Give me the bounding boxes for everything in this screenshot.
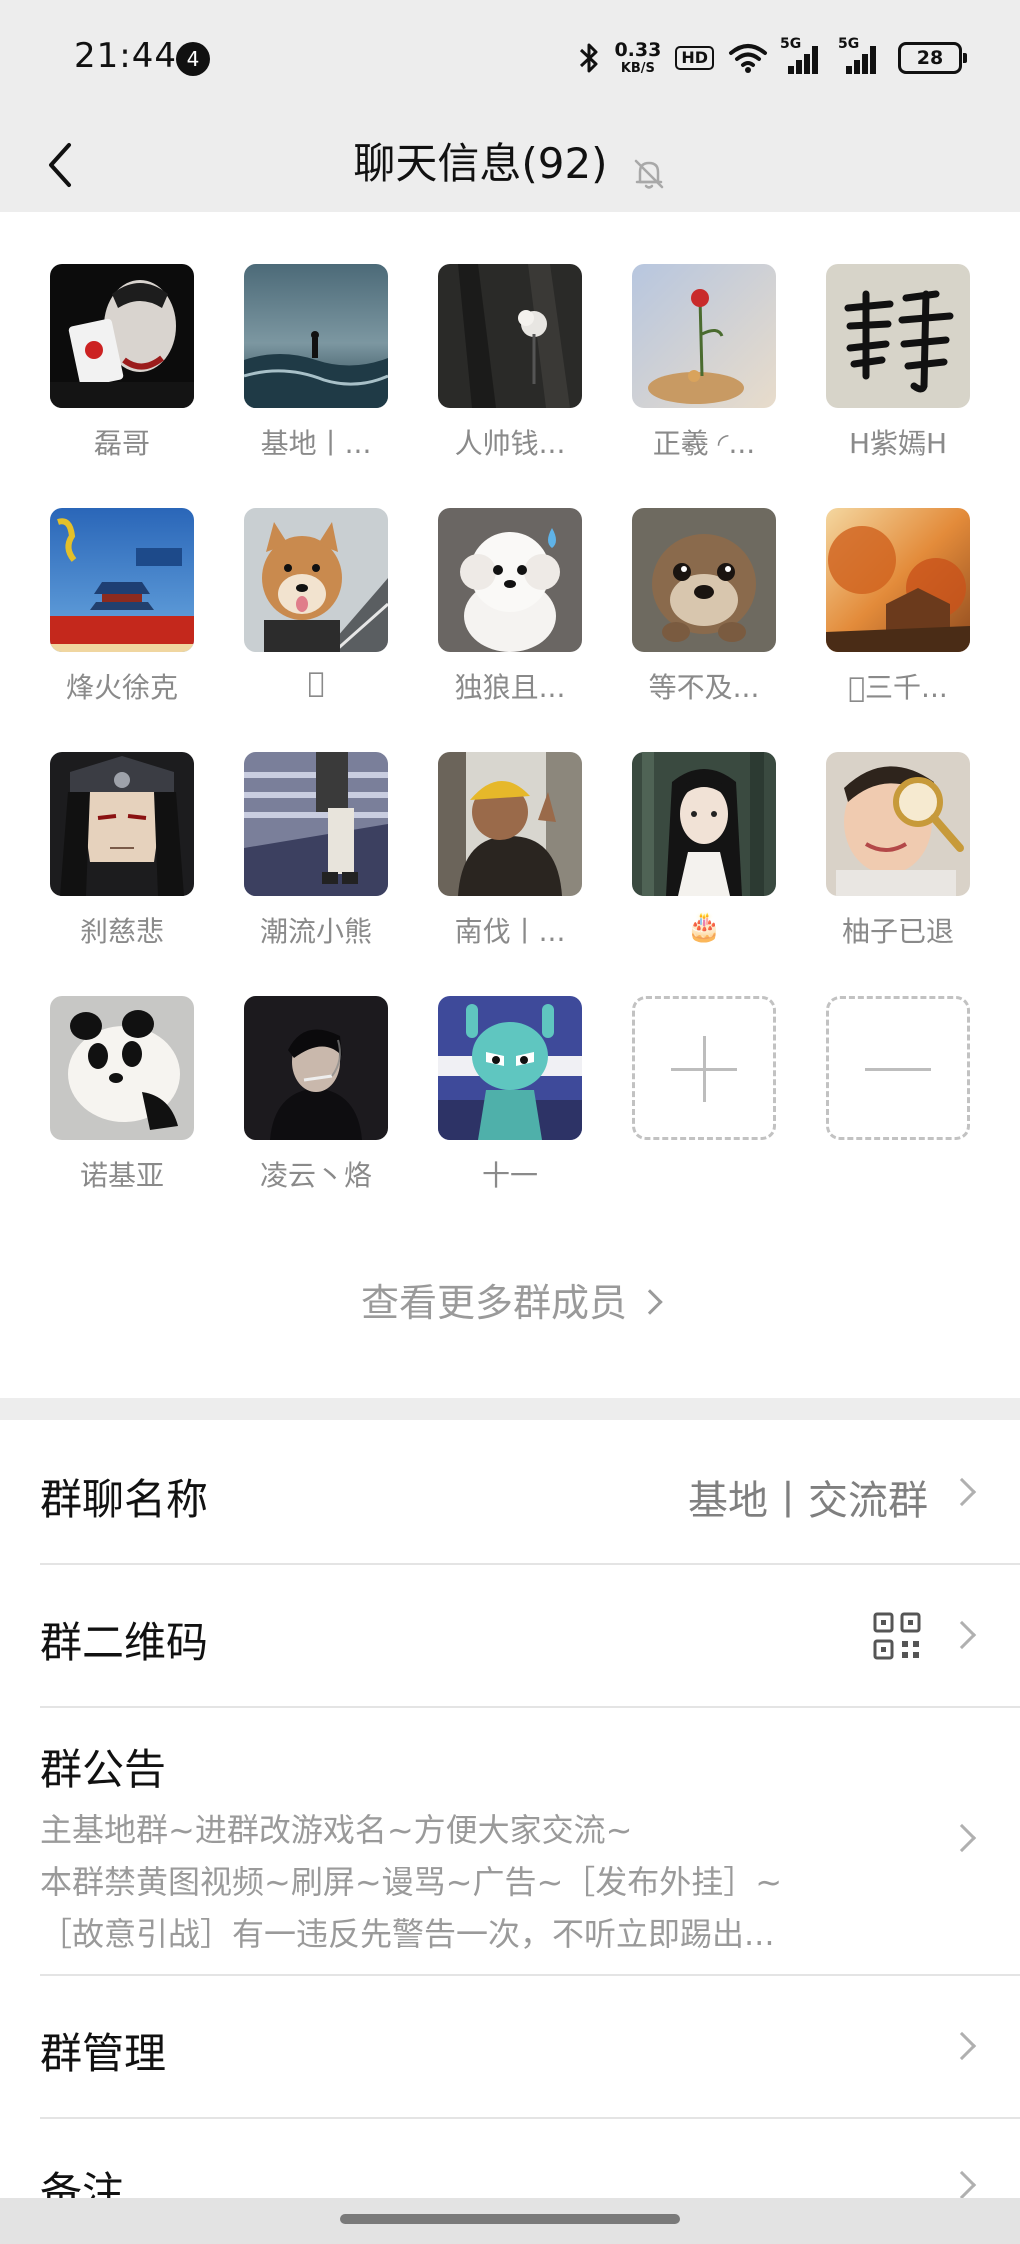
street-fashion-avatar[interactable] — [244, 752, 388, 896]
member-item[interactable]: 等不及... — [632, 508, 776, 752]
temple-poster-avatar[interactable] — [50, 508, 194, 652]
member-item[interactable]: 刹慈悲 — [50, 752, 194, 996]
member-item[interactable]: 柚子已退 — [826, 752, 970, 996]
member-grid: 磊哥 基地丨... — [50, 264, 970, 1240]
dark-flower-avatar[interactable] — [438, 264, 582, 408]
clock: 21:44 — [74, 36, 177, 76]
group-name-value: 基地丨交流群 — [688, 1478, 928, 1524]
yellow-hat-kid-avatar[interactable] — [438, 752, 582, 896]
member-item[interactable]: 诺基亚 — [50, 996, 194, 1240]
member-name: 等不及... — [648, 671, 760, 704]
qr-code-icon — [873, 1612, 921, 1660]
group-qr-row[interactable]: 群二维码 — [0, 1563, 1020, 1708]
anime-swordsman-avatar[interactable] — [632, 752, 776, 896]
group-manage-label: 群管理 — [40, 2029, 167, 2078]
signal-sim1-icon: 5G — [780, 36, 826, 74]
battery-icon: 28 — [898, 42, 967, 74]
chevron-right-icon — [637, 1288, 663, 1315]
member-name: 正羲 ◜... — [652, 427, 756, 460]
chevron-right-icon — [947, 1477, 977, 1507]
home-indicator[interactable] — [340, 2214, 680, 2224]
bell-off-icon — [634, 159, 663, 189]
add-member-button[interactable] — [632, 996, 776, 1140]
magnifier-boy-avatar[interactable] — [826, 752, 970, 896]
group-name-label: 群聊名称 — [40, 1475, 209, 1524]
group-qr-label: 群二维码 — [40, 1618, 209, 1667]
status-bar: 21:44 4 0.33 KB/S HD 5G 5G 28 — [0, 0, 1020, 118]
add-member-item[interactable] — [632, 996, 776, 1240]
member-item[interactable]: 独狼且... — [438, 508, 582, 752]
member-item[interactable]: 🎂 — [632, 752, 776, 996]
group-notice-text: 主基地群~进群改游戏名~方便大家交流~ 本群禁黄图视频~刷屏~谩骂~广告~［发布… — [40, 1811, 783, 1953]
status-icons: 0.33 KB/S HD 5G 5G 28 — [578, 36, 967, 78]
member-item[interactable]: 人帅钱... — [438, 264, 582, 508]
member-name: 凌云丶烙 — [259, 1159, 372, 1192]
member-name: 基地丨... — [260, 427, 372, 460]
wifi-icon — [729, 44, 767, 73]
white-puppy-avatar[interactable] — [438, 508, 582, 652]
member-item[interactable]: 潮流小熊 — [244, 752, 388, 996]
member-name: 磊哥 — [93, 427, 150, 460]
member-name: 潮流小熊 — [259, 915, 372, 948]
member-name: H紫嫣H — [848, 427, 948, 460]
group-notice-row[interactable]: 群公告 主基地群~进群改游戏名~方便大家交流~ 本群禁黄图视频~刷屏~谩骂~广告… — [0, 1706, 1020, 1976]
panda-cub-avatar[interactable] — [50, 996, 194, 1140]
member-item[interactable]: 基地丨... — [244, 264, 388, 508]
bluetooth-icon — [580, 43, 598, 73]
chevron-right-icon — [947, 2170, 977, 2200]
member-name: 诺基亚 — [79, 1159, 164, 1192]
cartoon-robot-avatar[interactable] — [438, 996, 582, 1140]
nav-bar: 聊天信息(92) — [0, 118, 1020, 212]
group-manage-row[interactable]: 群管理 — [0, 1974, 1020, 2119]
member-item[interactable]: 烽火徐克 — [50, 508, 194, 752]
member-item[interactable]: 正羲 ◜... — [632, 264, 776, 508]
chevron-right-icon — [947, 1823, 977, 1853]
notification-count-badge: 4 — [176, 42, 210, 76]
member-name: 柚子已退 — [841, 915, 954, 948]
chevron-right-icon — [947, 2031, 977, 2061]
joker-card-avatar[interactable] — [50, 264, 194, 408]
smoking-man-avatar[interactable] — [244, 996, 388, 1140]
member-item[interactable]: 󰀀三千... — [826, 508, 970, 752]
signal-sim2-icon: 5G — [838, 36, 884, 74]
member-name: 烽火徐克 — [65, 671, 178, 704]
member-item[interactable]: 󰀀 — [244, 508, 388, 752]
stormy-sea-avatar[interactable] — [244, 264, 388, 408]
member-name: 🎂 — [686, 910, 722, 943]
member-name: 十一 — [481, 1159, 538, 1192]
network-speed: 0.33 KB/S — [614, 39, 662, 76]
member-name: 南伐丨... — [454, 915, 566, 948]
remove-member-button[interactable] — [826, 996, 970, 1140]
autumn-landscape-avatar[interactable] — [826, 508, 970, 652]
member-name: 󰀀三千... — [848, 671, 948, 704]
member-item[interactable]: 凌云丶烙 — [244, 996, 388, 1240]
page-title: 聊天信息(92) — [353, 139, 608, 188]
member-panel: 磊哥 基地丨... — [0, 212, 1020, 1398]
settings-list: 群聊名称 基地丨交流群 群二维码 群公告 主基地群~进群改游戏名~方便大家交流~… — [0, 1420, 1020, 2244]
member-item[interactable]: 十一 — [438, 996, 582, 1240]
group-notice-label: 群公告 — [40, 1745, 167, 1794]
member-name: 刹慈悲 — [79, 915, 164, 948]
group-name-row[interactable]: 群聊名称 基地丨交流群 — [0, 1420, 1020, 1565]
calligraphy-jing-avatar[interactable] — [826, 264, 970, 408]
member-name: 人帅钱... — [454, 427, 566, 460]
member-item[interactable]: 南伐丨... — [438, 752, 582, 996]
member-name: 󰀀 — [307, 666, 325, 699]
anime-ninja-avatar[interactable] — [50, 752, 194, 896]
otter-avatar[interactable] — [632, 508, 776, 652]
member-item[interactable]: 磊哥 — [50, 264, 194, 508]
member-item[interactable]: H紫嫣H — [826, 264, 970, 508]
remove-member-item[interactable] — [826, 996, 970, 1240]
view-more-label: 查看更多群成员 — [360, 1281, 627, 1325]
member-name: 独狼且... — [454, 671, 566, 704]
hd-voice-badge: HD — [675, 46, 714, 70]
red-flower-avatar[interactable] — [632, 264, 776, 408]
chevron-right-icon — [947, 1620, 977, 1650]
shiba-dog-avatar[interactable] — [244, 508, 388, 652]
view-more-members-link[interactable]: 查看更多群成员 — [0, 1272, 1020, 1327]
